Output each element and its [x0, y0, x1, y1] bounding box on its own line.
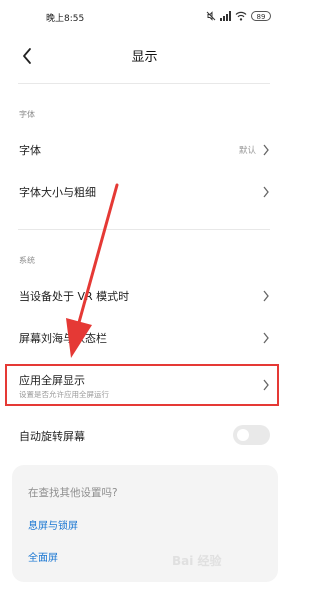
status-bar: 晚上8:55 89	[0, 0, 289, 34]
setting-font-size-weight[interactable]: 字体大小与粗细	[0, 173, 289, 209]
page-title: 显示	[131, 50, 158, 65]
battery-icon: 89	[251, 11, 271, 21]
highlight-box	[5, 364, 279, 406]
auto-rotate-toggle[interactable]	[233, 425, 270, 445]
signal-icon	[220, 11, 231, 21]
suggestions-card: 在查找其他设置吗? 息屏与锁屏 全面屏	[12, 465, 278, 582]
setting-notch-statusbar[interactable]: 屏幕刘海与状态栏	[0, 319, 289, 355]
section-label-font: 字体	[19, 110, 35, 119]
setting-notch-title: 屏幕刘海与状态栏	[19, 332, 107, 345]
status-time: 晚上8:55	[46, 14, 85, 24]
setting-vr-title: 当设备处于 VR 模式时	[19, 290, 130, 303]
chevron-right-icon	[263, 290, 269, 302]
section-label-system: 系统	[19, 256, 35, 265]
status-icons: 89	[206, 10, 271, 22]
setting-font[interactable]: 字体 默认	[0, 131, 289, 167]
suggestions-question: 在查找其他设置吗?	[28, 487, 118, 499]
chevron-right-icon	[263, 186, 269, 198]
page-header: 显示	[0, 34, 289, 78]
section-divider	[18, 229, 270, 230]
chevron-right-icon	[263, 144, 269, 156]
setting-auto-rotate-title: 自动旋转屏幕	[19, 430, 85, 443]
watermark-logo: Bai 经验	[172, 554, 222, 568]
setting-vr-mode[interactable]: 当设备处于 VR 模式时	[0, 277, 289, 313]
header-divider	[18, 83, 270, 84]
link-sleep-lock-screen[interactable]: 息屏与锁屏	[28, 517, 78, 532]
setting-font-size-title: 字体大小与粗细	[19, 186, 96, 199]
chevron-right-icon	[263, 332, 269, 344]
setting-font-title: 字体	[19, 144, 41, 157]
wifi-icon	[235, 11, 247, 21]
mute-icon	[206, 11, 216, 21]
toggle-knob	[237, 429, 249, 441]
setting-font-value: 默认	[238, 146, 256, 156]
link-full-screen[interactable]: 全面屏	[28, 549, 58, 564]
